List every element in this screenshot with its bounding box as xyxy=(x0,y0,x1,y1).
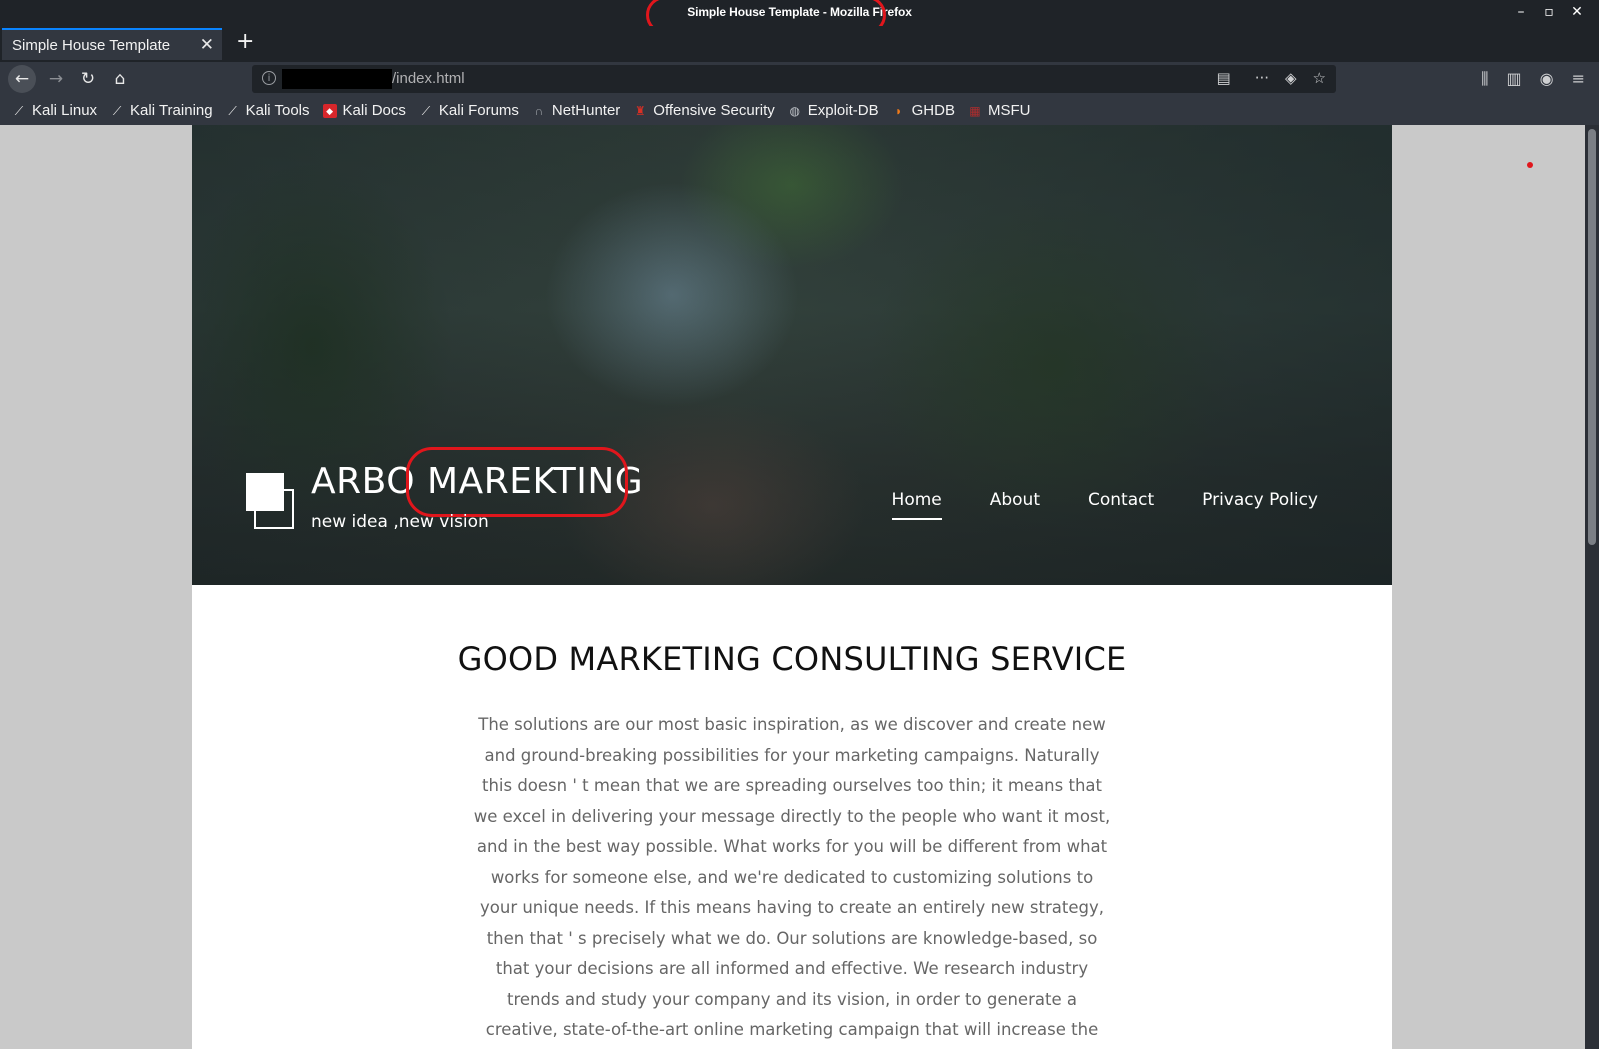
nav-about[interactable]: About xyxy=(990,490,1040,520)
bookmark-label: Kali Linux xyxy=(32,102,98,119)
url-bar[interactable]: i /index.html ▤ ··· ◈ ☆ xyxy=(252,65,1336,93)
pocket-icon[interactable]: ◈ xyxy=(1285,69,1297,87)
logo-square xyxy=(246,473,284,511)
title-annotation-circle xyxy=(406,447,628,517)
kali-dragon-icon: ⟋ xyxy=(421,103,431,118)
library-icon[interactable]: ⫼ xyxy=(1481,69,1488,89)
maximize-icon[interactable]: ▫ xyxy=(1541,4,1557,20)
intro-paragraph: The solutions are our most basic inspira… xyxy=(473,715,1111,1039)
bookmark-ghdb[interactable]: ◗ GHDB xyxy=(892,102,955,119)
reload-icon[interactable]: ↻ xyxy=(74,65,102,93)
back-arrow-icon[interactable]: ← xyxy=(8,65,36,93)
nav-contact[interactable]: Contact xyxy=(1088,490,1154,520)
red-dot-marker xyxy=(1527,162,1533,168)
site-nav: Home About Contact Privacy Policy xyxy=(891,490,1318,520)
site-title-part1: ARBO xyxy=(311,461,416,502)
navigation-toolbar: ← → ↻ ⌂ i /index.html ▤ ··· ◈ ☆ ⫼ ▥ ◉ ≡ xyxy=(0,62,1599,96)
browser-tab[interactable]: Simple House Template ✕ xyxy=(2,28,222,60)
nethunter-icon: ∩ xyxy=(534,103,544,118)
new-tab-button[interactable]: + xyxy=(236,29,254,54)
web-page: ARBO MAREKTING new idea ,new vision Home… xyxy=(192,125,1392,1049)
kali-docs-icon: ◆ xyxy=(322,103,337,118)
kali-dragon-icon: ⟋ xyxy=(14,103,24,118)
bookmark-nethunter[interactable]: ∩ NetHunter xyxy=(532,102,621,119)
bookmark-kali-linux[interactable]: ⟋ Kali Linux xyxy=(12,102,97,119)
page-heading: GOOD MARKETING CONSULTING SERVICE xyxy=(457,640,1127,678)
window-controls: – ▫ ✕ xyxy=(1513,4,1585,20)
nav-privacy-policy[interactable]: Privacy Policy xyxy=(1202,490,1318,520)
hero-banner: ARBO MAREKTING new idea ,new vision Home… xyxy=(192,125,1392,585)
bookmark-kali-tools[interactable]: ⟋ Kali Tools xyxy=(226,102,310,119)
minimize-icon[interactable]: – xyxy=(1513,4,1529,20)
bookmark-label: Offensive Security xyxy=(653,102,775,119)
toolbar-icons: ⫼ ▥ ◉ ≡ xyxy=(1481,69,1585,89)
url-text[interactable]: /index.html xyxy=(392,70,465,87)
offsec-icon: ♜ xyxy=(634,103,646,118)
tab-title: Simple House Template xyxy=(12,37,171,54)
hamburger-menu-icon[interactable]: ≡ xyxy=(1572,69,1585,89)
bookmark-label: NetHunter xyxy=(551,102,621,119)
account-icon[interactable]: ◉ xyxy=(1540,69,1554,89)
bookmark-label: MSFU xyxy=(987,102,1031,119)
url-bar-actions: ▤ ··· ◈ ☆ xyxy=(1217,69,1327,87)
msfu-icon: ▦ xyxy=(969,103,981,118)
bookmark-label: Exploit-DB xyxy=(807,102,879,119)
ghdb-icon: ◗ xyxy=(894,103,903,118)
nav-home[interactable]: Home xyxy=(891,490,942,520)
bookmarks-toolbar: ⟋ Kali Linux ⟋ Kali Training ⟋ Kali Tools ◆… xyxy=(0,96,1599,125)
reader-view-icon[interactable]: ▤ xyxy=(1217,69,1231,87)
window-titlebar: Simple House Template - Mozilla Firefox … xyxy=(0,0,1599,34)
close-window-icon[interactable]: ✕ xyxy=(1569,4,1585,20)
site-tagline: new idea ,new vision xyxy=(311,512,489,532)
forward-arrow-icon[interactable]: → xyxy=(42,65,70,93)
bookmark-kali-docs[interactable]: ◆ Kali Docs xyxy=(322,102,406,119)
bookmark-label: GHDB xyxy=(911,102,955,119)
bookmark-offensive-security[interactable]: ♜ Offensive Security xyxy=(633,102,775,119)
exploit-db-icon: ◍ xyxy=(789,103,800,118)
bookmark-star-icon[interactable]: ☆ xyxy=(1313,69,1326,87)
home-icon[interactable]: ⌂ xyxy=(106,65,134,93)
redacted-host xyxy=(282,69,392,89)
bookmark-kali-forums[interactable]: ⟋ Kali Forums xyxy=(419,102,519,119)
kali-dragon-icon: ⟋ xyxy=(228,103,237,118)
bookmark-label: Kali Training xyxy=(130,102,213,119)
more-icon[interactable]: ··· xyxy=(1255,69,1269,87)
bookmark-label: Kali Docs xyxy=(342,102,406,119)
bookmark-kali-training[interactable]: ⟋ Kali Training xyxy=(110,102,213,119)
scrollbar-thumb[interactable] xyxy=(1588,129,1596,545)
bookmark-exploit-db[interactable]: ◍ Exploit-DB xyxy=(788,102,879,119)
site-info-icon[interactable]: i xyxy=(262,71,276,85)
kali-dragon-icon: ⟋ xyxy=(112,103,122,118)
bookmark-label: Kali Forums xyxy=(438,102,519,119)
bookmark-label: Kali Tools xyxy=(245,102,310,119)
content-viewport: ARBO MAREKTING new idea ,new vision Home… xyxy=(0,125,1599,1049)
close-tab-icon[interactable]: ✕ xyxy=(200,35,214,55)
bookmark-msfu[interactable]: ▦ MSFU xyxy=(968,102,1031,119)
page-scrollbar[interactable] xyxy=(1585,125,1599,1049)
sidebar-icon[interactable]: ▥ xyxy=(1507,69,1522,89)
tab-strip: Simple House Template ✕ + xyxy=(0,26,1599,62)
